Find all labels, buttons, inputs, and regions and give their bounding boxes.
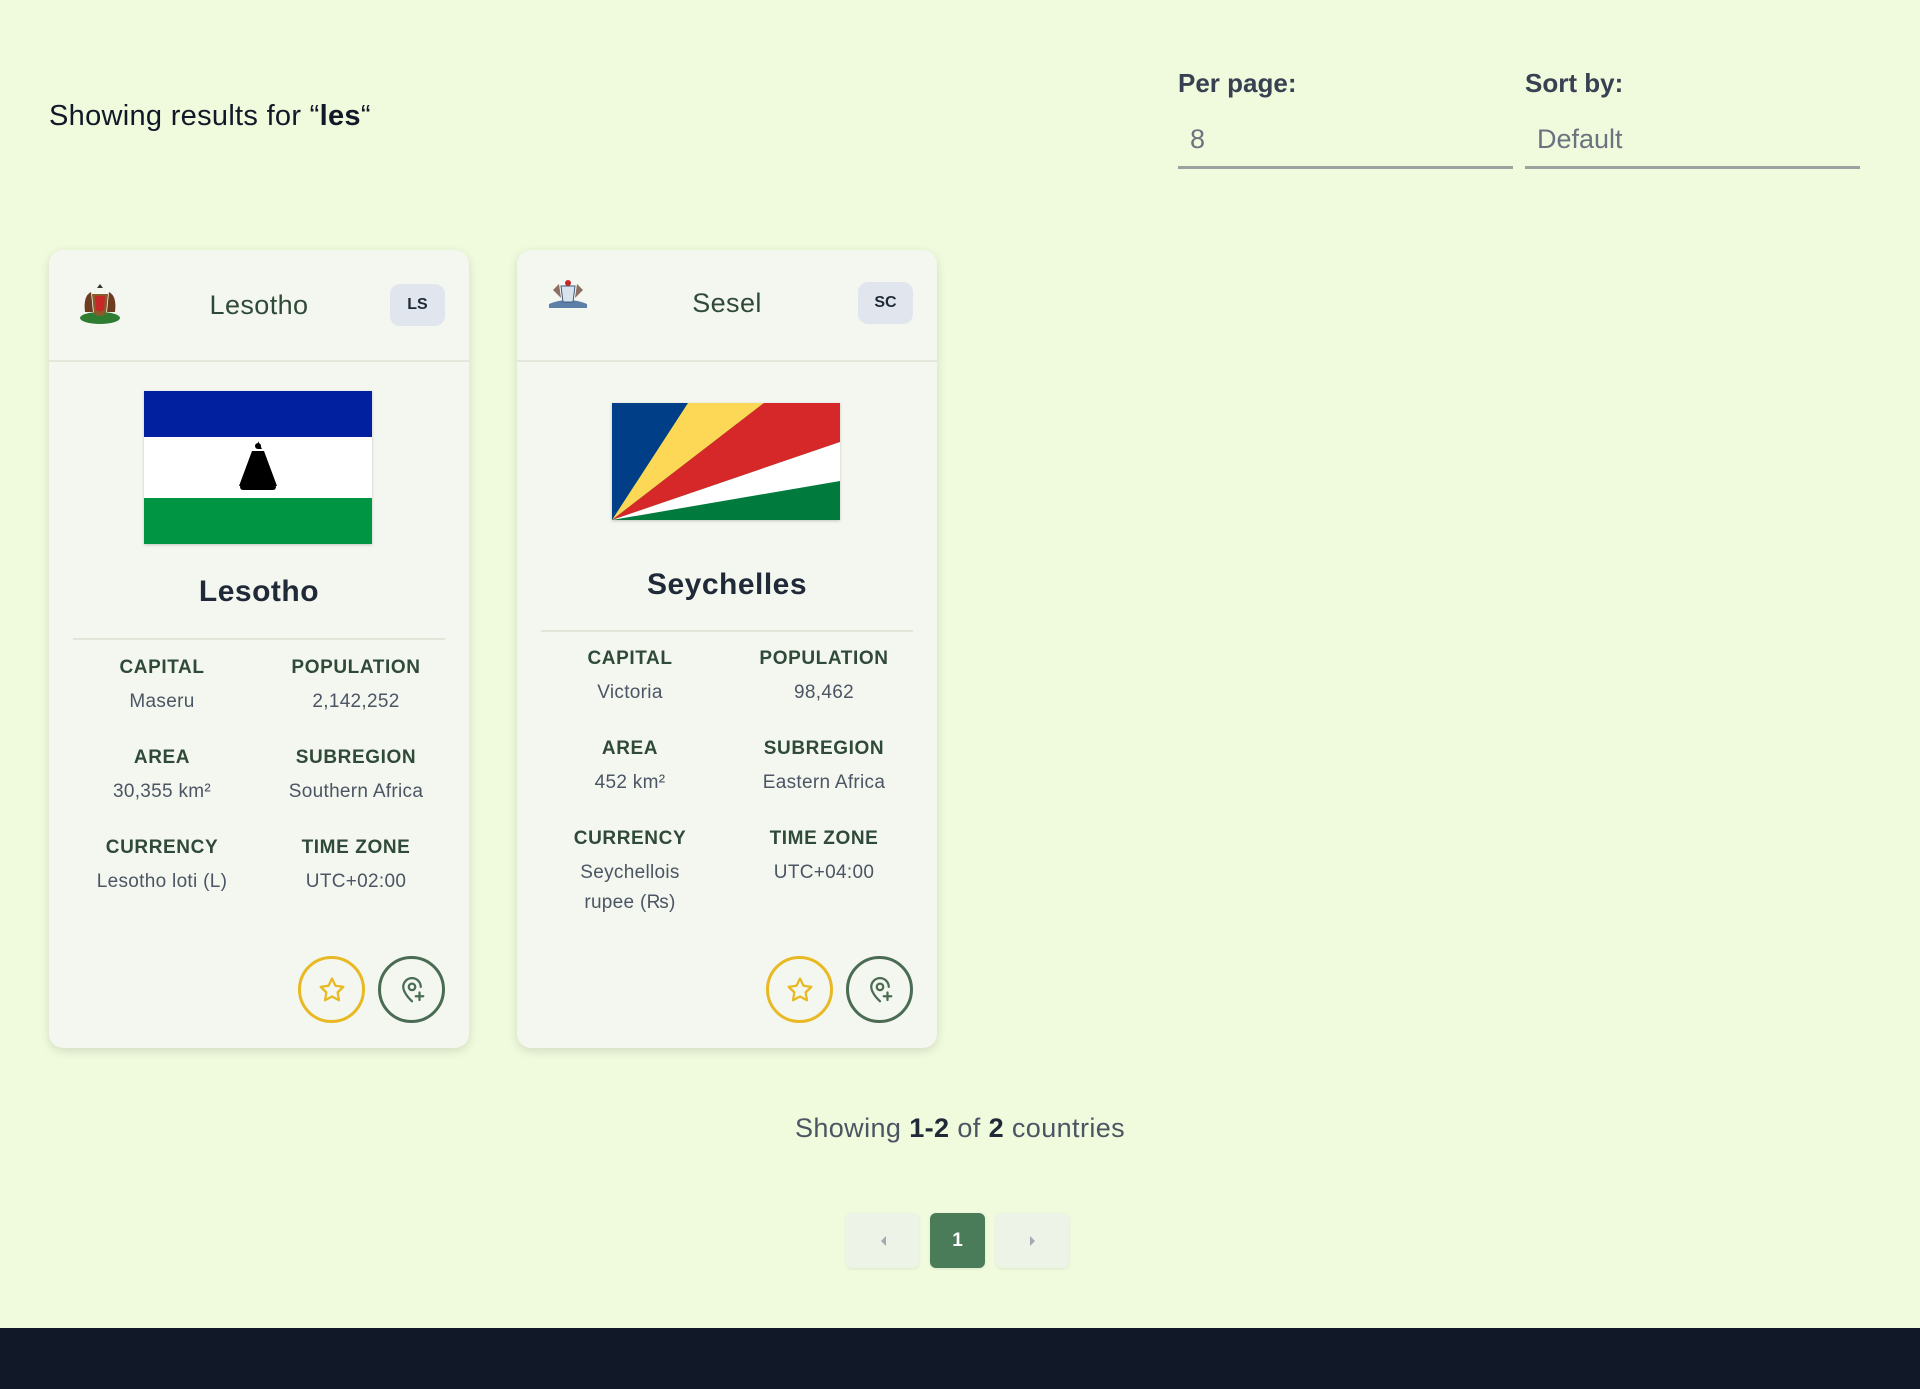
fact-subregion: SUBREGION Eastern Africa bbox=[762, 738, 886, 793]
divider bbox=[541, 630, 913, 632]
fact-currency: CURRENCY Seychellois rupee (₨) bbox=[573, 828, 687, 913]
results-total: 2 bbox=[988, 1113, 1004, 1143]
fact-area: AREA 30,355 km² bbox=[112, 747, 212, 802]
facts-grid: CAPITAL Maseru POPULATION 2,142,252 AREA 30… bbox=[49, 657, 469, 897]
fact-timezone: TIME ZONE UTC+04:00 bbox=[769, 828, 879, 883]
chevron-right-icon bbox=[1029, 1235, 1035, 1246]
country-name: Seychelles bbox=[646, 568, 808, 601]
fact-capital: CAPITAL Maseru bbox=[119, 657, 205, 712]
per-page-label: Per page: bbox=[1178, 68, 1297, 98]
country-code-badge: LS bbox=[390, 284, 445, 326]
map-pin-plus-icon bbox=[401, 976, 424, 1002]
results-heading: Showing results for “les“ bbox=[49, 100, 371, 132]
country-card[interactable]: Sesel SC Seychelles CAPITAL Victoria POPU… bbox=[517, 250, 937, 1048]
page-button-current[interactable]: 1 bbox=[930, 1213, 985, 1268]
country-code-badge: SC bbox=[858, 282, 913, 324]
favorite-button[interactable] bbox=[766, 956, 833, 1023]
results-summary: Showing 1-2 of 2 countries bbox=[794, 1113, 1126, 1143]
fact-timezone: TIME ZONE UTC+02:00 bbox=[301, 837, 411, 892]
country-card[interactable]: Lesotho LS Lesotho CAPITAL Maseru POPULAT… bbox=[49, 250, 469, 1048]
country-name: Lesotho bbox=[198, 575, 320, 608]
map-pin-plus-icon bbox=[869, 976, 892, 1002]
pagination: 1 bbox=[846, 1213, 1069, 1268]
sort-by-control: Sort by: Default bbox=[1525, 68, 1860, 169]
star-icon bbox=[319, 976, 344, 1001]
search-query: les bbox=[319, 100, 361, 132]
per-page-input[interactable]: 8 bbox=[1178, 117, 1513, 169]
card-header: Sesel SC bbox=[517, 250, 937, 362]
sort-by-select[interactable]: Default bbox=[1525, 117, 1860, 169]
fact-population: POPULATION 2,142,252 bbox=[291, 657, 421, 712]
flag-image bbox=[612, 403, 840, 520]
add-to-map-button[interactable] bbox=[378, 956, 445, 1023]
results-range: 1-2 bbox=[909, 1113, 950, 1143]
sort-by-label: Sort by: bbox=[1525, 68, 1624, 98]
favorite-button[interactable] bbox=[298, 956, 365, 1023]
chevron-left-icon bbox=[880, 1235, 886, 1246]
star-icon bbox=[787, 976, 812, 1001]
add-to-map-button[interactable] bbox=[846, 956, 913, 1023]
card-header: Lesotho LS bbox=[49, 250, 469, 362]
per-page-control: Per page: 8 bbox=[1178, 68, 1513, 169]
flag-image bbox=[144, 391, 372, 544]
fact-capital: CAPITAL Victoria bbox=[587, 648, 673, 703]
prev-page-button[interactable] bbox=[846, 1213, 919, 1268]
fact-subregion: SUBREGION Southern Africa bbox=[288, 747, 424, 802]
fact-currency: CURRENCY Lesotho loti (L) bbox=[96, 837, 228, 892]
fact-population: POPULATION 98,462 bbox=[759, 648, 889, 703]
facts-grid: CAPITAL Victoria POPULATION 98,462 AREA 452… bbox=[517, 648, 937, 918]
fact-area: AREA 452 km² bbox=[594, 738, 666, 793]
footer bbox=[0, 1328, 1920, 1389]
next-page-button[interactable] bbox=[996, 1213, 1069, 1268]
divider bbox=[73, 638, 445, 640]
